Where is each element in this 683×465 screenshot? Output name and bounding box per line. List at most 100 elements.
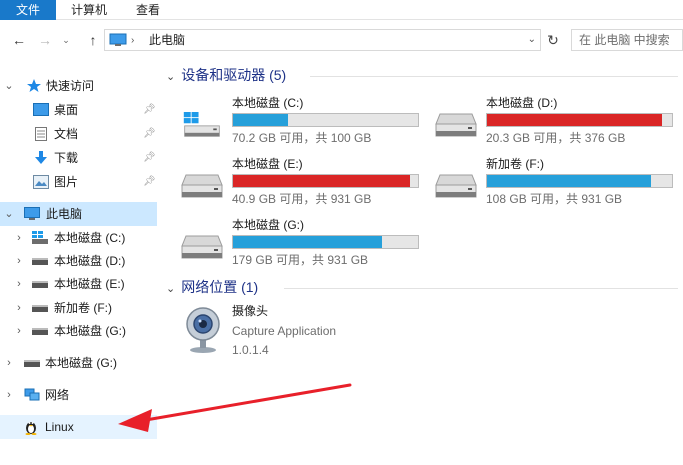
chevron-right-icon[interactable]: › [4, 383, 14, 407]
network-item-subtitle: Capture Application [232, 324, 337, 338]
sidebar-item-label: 桌面 [54, 103, 79, 117]
sidebar-item-label: 下载 [54, 151, 79, 165]
sidebar-item-label: 本地磁盘 (D:) [54, 254, 126, 268]
group-title: 网络位置 (1) [181, 279, 259, 295]
sidebar-item-linux[interactable]: Linux [0, 415, 157, 439]
address-dropdown-button[interactable]: ⌄ [528, 30, 536, 50]
drive-tile-e[interactable]: 本地磁盘 (E:) 40.9 GB 可用，共 931 GB [180, 157, 430, 213]
sidebar-item-drive-g-root[interactable]: › 本地磁盘 (G:) [0, 351, 157, 375]
drive-tile-d[interactable]: 本地磁盘 (D:) 20.3 GB 可用，共 376 GB [434, 96, 683, 152]
drive-space-info: 108 GB 可用，共 931 GB [486, 192, 623, 206]
drive-name: 本地磁盘 (D:) [486, 96, 558, 110]
windows-drive-icon [32, 231, 48, 244]
drive-icon [181, 174, 223, 198]
sidebar-item-desktop[interactable]: 桌面 📌︎ [0, 98, 157, 122]
drive-usage-bar [486, 113, 673, 127]
drive-usage-bar [486, 174, 673, 188]
pin-icon[interactable]: 📌︎ [143, 170, 156, 194]
pin-icon[interactable]: 📌︎ [143, 122, 156, 146]
drive-icon [32, 258, 48, 265]
tab-view[interactable]: 查看 [125, 0, 171, 20]
sidebar-item-quick-access[interactable]: ⌄ 快速访问 [0, 74, 157, 98]
drive-icon [32, 281, 48, 288]
network-item-name: 摄像头 [232, 304, 269, 318]
pictures-icon [33, 175, 49, 189]
drive-icon [435, 113, 477, 137]
group-header-network[interactable]: ⌄ 网络位置 (1) [166, 276, 258, 298]
sidebar-item-downloads[interactable]: 下载 📌︎ [0, 146, 157, 170]
chevron-right-icon[interactable]: › [14, 249, 24, 273]
drive-usage-fill [233, 175, 410, 187]
drive-name: 新加卷 (F:) [486, 157, 544, 171]
sidebar-item-network[interactable]: › 网络 [0, 383, 157, 407]
drive-icon [32, 305, 48, 312]
sidebar-item-drive-f[interactable]: › 新加卷 (F:) [0, 296, 157, 320]
sidebar-item-drive-d[interactable]: › 本地磁盘 (D:) [0, 249, 157, 273]
address-bar[interactable]: › 此电脑 ⌄ [104, 29, 541, 51]
drive-tile-f[interactable]: 新加卷 (F:) 108 GB 可用，共 931 GB [434, 157, 683, 213]
chevron-down-icon[interactable]: ⌄ [4, 202, 14, 226]
sidebar-item-drive-c[interactable]: › 本地磁盘 (C:) [0, 226, 157, 250]
sidebar-item-label: 本地磁盘 (E:) [54, 277, 125, 291]
refresh-button[interactable]: ↻ [543, 30, 563, 50]
up-button[interactable]: ↑ [84, 30, 102, 50]
chevron-down-icon[interactable]: ⌄ [166, 71, 175, 83]
computer-icon [109, 33, 127, 46]
chevron-right-icon[interactable]: › [14, 226, 24, 250]
drive-name: 本地磁盘 (C:) [232, 96, 304, 110]
ribbon-tabs: 文件 计算机 查看 [0, 0, 683, 20]
drive-space-info: 179 GB 可用，共 931 GB [232, 253, 369, 267]
star-icon [27, 79, 41, 92]
address-row: ← → ⌄ ↑ › 此电脑 ⌄ ↻ 在 此电脑 中搜索 [0, 26, 683, 54]
forward-button[interactable]: → [36, 30, 54, 50]
sidebar-item-drive-g[interactable]: › 本地磁盘 (G:) [0, 319, 157, 343]
group-title: 设备和驱动器 (5) [181, 67, 287, 83]
drive-tile-c[interactable]: 本地磁盘 (C:) 70.2 GB 可用，共 100 GB [180, 96, 430, 152]
chevron-right-icon[interactable]: › [14, 296, 24, 320]
sidebar-item-documents[interactable]: 文档 📌︎ [0, 122, 157, 146]
documents-icon [35, 127, 47, 141]
chevron-right-icon[interactable]: › [14, 272, 24, 296]
sidebar-item-label: 网络 [45, 388, 70, 402]
sidebar-item-this-pc[interactable]: ⌄ 此电脑 [0, 202, 157, 226]
drive-name: 本地磁盘 (E:) [232, 157, 303, 171]
sidebar-item-label: 快速访问 [46, 79, 95, 93]
drive-usage-bar [232, 235, 419, 249]
back-button[interactable]: ← [10, 30, 28, 50]
sidebar-item-label: 本地磁盘 (C:) [54, 231, 126, 245]
chevron-right-icon[interactable]: › [4, 351, 14, 375]
download-icon [35, 151, 47, 164]
network-icon [24, 388, 40, 401]
drive-usage-fill [487, 114, 662, 126]
sidebar-item-pictures[interactable]: 图片 📌︎ [0, 170, 157, 194]
chevron-down-icon[interactable]: ⌄ [4, 74, 14, 98]
drive-usage-bar [232, 113, 419, 127]
drive-icon [181, 235, 223, 259]
group-divider [310, 76, 678, 77]
pin-icon[interactable]: 📌︎ [143, 98, 156, 122]
sidebar-item-drive-e[interactable]: › 本地磁盘 (E:) [0, 272, 157, 296]
breadcrumb-separator[interactable]: › [131, 31, 134, 51]
group-header-devices[interactable]: ⌄ 设备和驱动器 (5) [166, 64, 286, 86]
search-input[interactable]: 在 此电脑 中搜索 [571, 29, 683, 51]
tab-computer[interactable]: 计算机 [60, 0, 118, 20]
tab-file[interactable]: 文件 [0, 0, 56, 20]
drive-usage-bar [232, 174, 419, 188]
content-pane: ⌄ 设备和驱动器 (5) 本地磁盘 (C:) 70.2 GB 可用，共 100 G… [160, 60, 683, 465]
drive-tile-g[interactable]: 本地磁盘 (G:) 179 GB 可用，共 931 GB [180, 218, 430, 274]
navigation-pane: ⌄ 快速访问 桌面 📌︎ 文档 📌︎ 下载 📌︎ 图片 📌︎ ⌄ 此电脑 › 本… [0, 60, 157, 465]
drive-icon [435, 174, 477, 198]
sidebar-item-label: 新加卷 (F:) [54, 301, 112, 315]
network-item-version: 1.0.1.4 [232, 343, 269, 357]
pin-icon[interactable]: 📌︎ [143, 146, 156, 170]
computer-icon [24, 207, 40, 220]
network-item-camera[interactable]: 摄像头 Capture Application 1.0.1.4 [182, 302, 432, 362]
chevron-right-icon[interactable]: › [14, 319, 24, 343]
drive-usage-fill [233, 236, 383, 248]
drive-space-info: 20.3 GB 可用，共 376 GB [486, 131, 626, 145]
sidebar-item-label: Linux [45, 420, 74, 434]
recent-locations-button[interactable]: ⌄ [60, 30, 72, 50]
sidebar-item-label: 此电脑 [46, 207, 83, 221]
breadcrumb[interactable]: 此电脑 [149, 30, 185, 50]
chevron-down-icon[interactable]: ⌄ [166, 283, 175, 295]
